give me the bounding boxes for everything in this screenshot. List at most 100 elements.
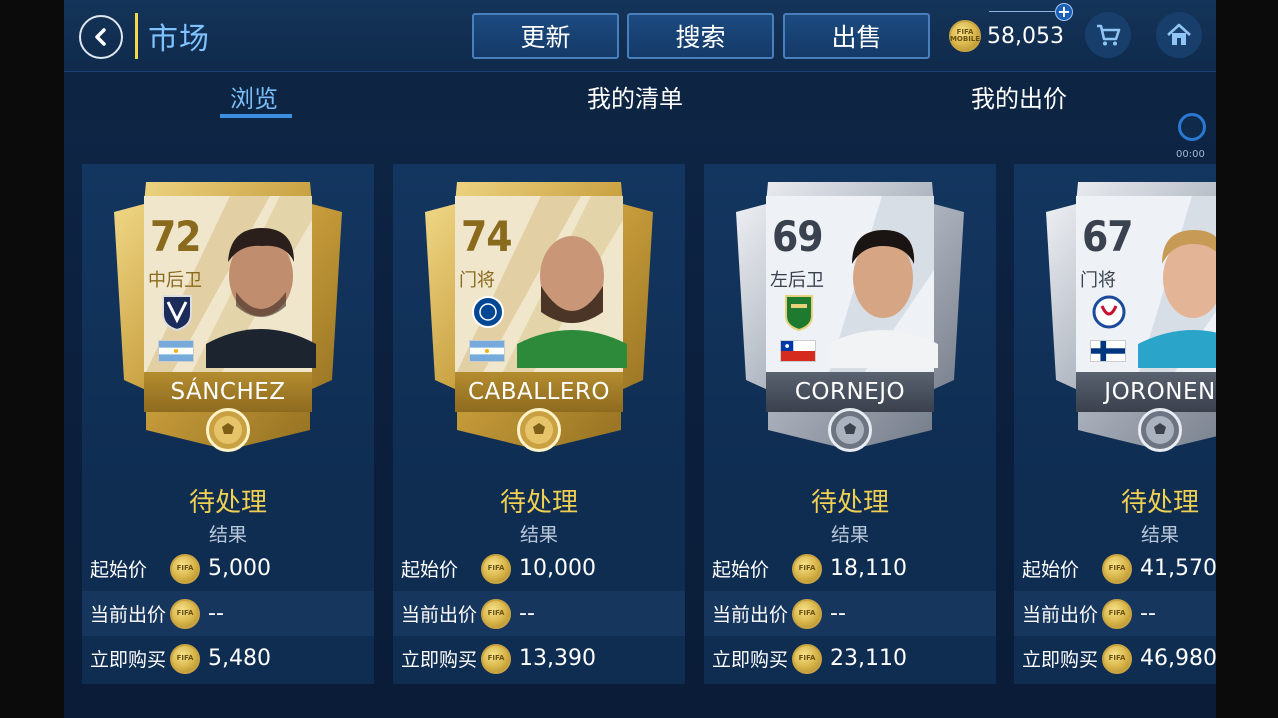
football-icon (828, 408, 872, 452)
player-card: 67 门将 JORONEN (1042, 180, 1216, 452)
add-coins-button[interactable]: + (1055, 3, 1073, 21)
fifa-coin-icon: FIFA (481, 553, 511, 584)
chile-flag-icon (780, 340, 816, 362)
player-portrait-icon (1138, 230, 1216, 368)
football-icon (517, 408, 561, 452)
start-price-value: 18,110 (830, 556, 907, 581)
current-bid-value: -- (519, 601, 535, 626)
buy-now-row: 立即购买 FIFA 5,480 (82, 636, 374, 681)
player-card: 69 左后卫 CORNEJO (732, 180, 968, 452)
timer-text: 00:00 (1176, 149, 1205, 160)
listing-card[interactable]: 72 中后卫 SÁNCHEZ 待处理 结果 起始价 FIFA 5,000 当前出… (82, 164, 374, 684)
fifa-coin-icon: FIFA (1102, 553, 1132, 584)
listing-card[interactable]: 74 门将 CABALLERO 待处理 结果 起始价 FIFA 10,000 当… (393, 164, 685, 684)
fifa-coin-icon: FIFA (170, 598, 200, 629)
current-bid-label: 当前出价 (401, 604, 478, 626)
tab-my-bids[interactable]: 我的出价 (971, 79, 1067, 114)
page-title: 市场 (148, 22, 210, 57)
club-badge-icon (472, 296, 504, 328)
start-price-row: 起始价 FIFA 5,000 (82, 546, 374, 591)
current-bid-value: -- (830, 601, 846, 626)
coin-balance-value: 58,053 (987, 23, 1064, 49)
chevron-left-icon (95, 28, 106, 46)
buy-now-value: 46,980 (1140, 646, 1216, 671)
listing-card[interactable]: 67 门将 JORONEN 待处理 结果 起始价 FIFA 41,570 当前出… (1014, 164, 1216, 684)
fifa-coin-icon: FIFA (792, 553, 822, 584)
player-card-area: 72 中后卫 SÁNCHEZ (82, 164, 374, 478)
buy-now-row: 立即购买 FIFA 46,980 (1014, 636, 1216, 681)
player-card: 74 门将 CABALLERO (421, 180, 657, 452)
player-card-area: 67 门将 JORONEN (1014, 164, 1216, 478)
current-bid-row: 当前出价 FIFA -- (393, 591, 685, 636)
start-price-value: 5,000 (208, 556, 271, 581)
player-portrait-icon (206, 228, 316, 368)
club-badge-icon (1092, 295, 1126, 329)
player-name: JORONEN (1076, 372, 1216, 412)
fifa-coin-icon: FIFA (792, 643, 822, 674)
market-screen: 市场 更新 搜索 出售 + FIFA MOBILE 58,053 浏览 我的清单… (64, 0, 1216, 718)
tab-my-list[interactable]: 我的清单 (587, 79, 683, 114)
listing-result: 结果 (208, 524, 247, 546)
timer-icon (1178, 113, 1206, 141)
listing-card[interactable]: 69 左后卫 CORNEJO 待处理 结果 起始价 FIFA 18,110 当前… (704, 164, 996, 684)
current-bid-row: 当前出价 FIFA -- (1014, 591, 1216, 636)
tab-browse[interactable]: 浏览 (230, 79, 278, 114)
football-icon (1138, 408, 1182, 452)
home-button[interactable] (1156, 12, 1202, 58)
listing-result: 结果 (830, 524, 869, 546)
argentina-flag-icon (158, 340, 194, 362)
current-bid-row: 当前出价 FIFA -- (82, 591, 374, 636)
player-position: 门将 (459, 270, 495, 291)
fifa-coin-icon: FIFA (1102, 643, 1132, 674)
player-name: CORNEJO (766, 372, 934, 412)
store-button[interactable] (1085, 12, 1131, 58)
fifa-coin-icon: FIFA (1102, 598, 1132, 629)
letterbox-right (1216, 0, 1278, 718)
buy-now-row: 立即购买 FIFA 13,390 (393, 636, 685, 681)
coin-balance: FIFA MOBILE 58,053 (949, 20, 1064, 52)
football-icon (206, 408, 250, 452)
coin-label: FIFA MOBILE (949, 28, 981, 43)
shopping-cart-icon (1097, 24, 1121, 46)
current-bid-row: 当前出价 FIFA -- (704, 591, 996, 636)
finland-flag-icon (1090, 340, 1126, 362)
refresh-button[interactable]: 更新 (472, 13, 619, 59)
player-rating: 72 (150, 212, 202, 261)
fifa-coin-icon: FIFA MOBILE (949, 20, 981, 52)
start-price-row: 起始价 FIFA 10,000 (393, 546, 685, 591)
fifa-coin-icon: FIFA (170, 643, 200, 674)
coin-divider (989, 11, 1057, 12)
start-price-row: 起始价 FIFA 18,110 (704, 546, 996, 591)
start-price-value: 41,570 (1140, 556, 1216, 581)
start-price-label: 起始价 (712, 559, 770, 581)
start-price-value: 10,000 (519, 556, 596, 581)
current-bid-label: 当前出价 (1022, 604, 1099, 626)
search-button[interactable]: 搜索 (627, 13, 774, 59)
player-rating: 67 (1082, 212, 1134, 261)
current-bid-label: 当前出价 (712, 604, 789, 626)
current-bid-value: -- (208, 601, 224, 626)
club-badge-icon (162, 295, 192, 332)
title-accent-bar (135, 13, 138, 59)
player-name: CABALLERO (455, 372, 623, 412)
fifa-coin-icon: FIFA (481, 598, 511, 629)
player-card-area: 74 门将 CABALLERO (393, 164, 685, 478)
start-price-label: 起始价 (90, 559, 148, 581)
current-bid-value: -- (1140, 601, 1156, 626)
player-portrait-icon (517, 236, 627, 368)
sell-button[interactable]: 出售 (783, 13, 930, 59)
current-bid-label: 当前出价 (90, 604, 167, 626)
listing-status: 待处理 (499, 488, 578, 518)
buy-now-label: 立即购买 (712, 649, 789, 671)
back-button[interactable] (79, 15, 123, 59)
player-card-area: 69 左后卫 CORNEJO (704, 164, 996, 478)
player-rating: 74 (461, 212, 513, 261)
buy-now-label: 立即购买 (401, 649, 478, 671)
player-name: SÁNCHEZ (144, 372, 312, 412)
home-icon (1167, 23, 1191, 45)
player-position: 中后卫 (148, 270, 202, 291)
player-position: 左后卫 (770, 270, 824, 291)
buy-now-value: 23,110 (830, 646, 907, 671)
argentina-flag-icon (469, 340, 505, 362)
buy-now-label: 立即购买 (1022, 649, 1099, 671)
